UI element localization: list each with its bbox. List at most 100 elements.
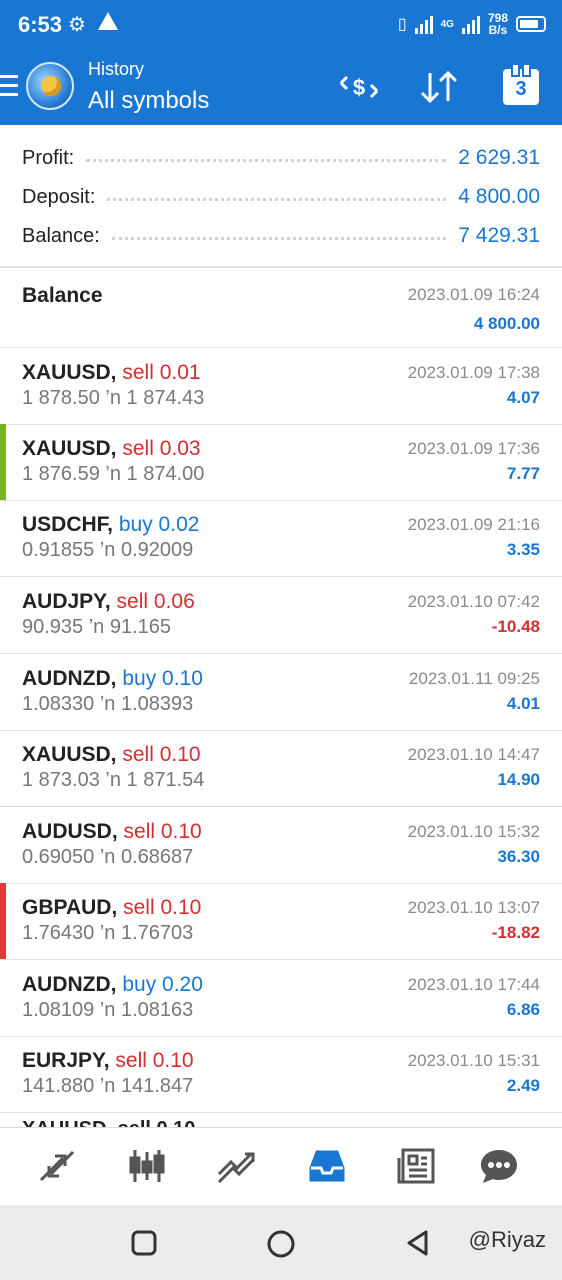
trade-profit: 14.90 — [497, 770, 540, 789]
trade-symbol: EURJPY, sell 0.10 — [22, 1049, 194, 1073]
sort-button[interactable] — [416, 67, 462, 107]
trade-row[interactable]: AUDNZD, buy 0.10 1.08330 ’n 1.08393 2023… — [0, 654, 562, 731]
trade-row[interactable]: XAUUSD, sell 0.10 1 873.03 ’n 1 871.54 2… — [0, 730, 562, 807]
deposit-label: Deposit: — [22, 185, 96, 208]
cell-signal-icon — [461, 14, 480, 34]
status-bar: 6:53 ⚙ ▯ 4G 798 B/s — [0, 0, 562, 50]
menu-icon[interactable] — [0, 75, 18, 99]
history-icon — [309, 1150, 345, 1182]
trade-side: sell 0.01 — [122, 361, 201, 384]
messages-icon — [481, 1150, 517, 1183]
trade-symbol: XAUUSD, sell 0.03 — [22, 437, 201, 461]
trade-symbol-name: AUDNZD, — [22, 973, 117, 996]
nav-trade[interactable] — [207, 1140, 267, 1192]
row-marker — [0, 1036, 6, 1112]
nav-chart[interactable] — [117, 1140, 177, 1192]
trade-date: 2023.01.09 17:38 — [407, 363, 540, 382]
trade-side: buy 0.20 — [122, 973, 203, 996]
row-marker — [0, 348, 6, 424]
trade-row[interactable]: USDCHF, buy 0.02 0.91855 ’n 0.92009 2023… — [0, 500, 562, 577]
net-speed-unit: B/s — [488, 23, 508, 37]
row-marker — [0, 807, 6, 883]
trade-row[interactable]: XAUUSD, sell 0.03 1 876.59 ’n 1 874.00 2… — [0, 424, 562, 501]
trade-date: 2023.01.09 17:36 — [407, 439, 540, 458]
trade-symbol: AUDUSD, sell 0.10 — [22, 820, 202, 844]
trade-prices: 0.69050 ’n 0.68687 — [22, 846, 194, 868]
nav-history[interactable] — [297, 1140, 357, 1192]
trade-date: 2023.01.09 21:16 — [407, 515, 540, 534]
balance-entry[interactable]: Balance 2023.01.09 16:24 4 800.00 — [0, 270, 562, 348]
row-marker — [0, 424, 6, 500]
recents-icon — [131, 1230, 157, 1256]
trade-prices: 1.76430 ’n 1.76703 — [22, 922, 194, 944]
sort-icon — [420, 70, 458, 104]
trade-symbol: XAUUSD, sell 0.10 — [22, 743, 201, 767]
divider-dots — [107, 193, 447, 201]
trade-profit: -18.82 — [491, 923, 540, 942]
trade-side: buy 0.02 — [118, 513, 200, 536]
trade-symbol-name: EURJPY, — [22, 1049, 110, 1072]
network-type: 4G — [440, 18, 454, 30]
trade-side: buy 0.10 — [122, 667, 203, 690]
profit-value: 2 629.31 — [458, 146, 540, 169]
trade-symbol: AUDJPY, sell 0.06 — [22, 590, 195, 614]
currency-swap-icon: $ — [339, 75, 379, 100]
trade-symbol-name: XAUUSD, — [22, 743, 117, 766]
svg-text:$: $ — [353, 75, 365, 100]
trade-side: sell 0.03 — [122, 437, 201, 460]
nav-quotes[interactable] — [27, 1140, 87, 1192]
trade-profit: 3.35 — [506, 540, 540, 559]
trade-prices: 141.880 ’n 141.847 — [22, 1075, 194, 1097]
balance-label: Balance: — [22, 224, 100, 247]
balance-value: 7 429.31 — [458, 224, 540, 247]
recents-button[interactable] — [130, 1229, 158, 1262]
trade-symbol-name: XAUUSD, — [22, 437, 117, 460]
watermark: @Riyaz — [468, 1227, 546, 1252]
row-marker — [0, 577, 6, 653]
trade-date: 2023.01.11 09:25 — [408, 669, 540, 688]
calendar-icon[interactable]: 3 — [503, 63, 539, 105]
trade-symbol-name: AUDNZD, — [22, 667, 117, 690]
trade-row[interactable]: XAUUSD, sell 0.01 1 878.50 ’n 1 874.43 2… — [0, 348, 562, 425]
warning-icon — [98, 12, 118, 30]
divider-dots — [111, 232, 447, 240]
status-right: ▯ 4G 798 B/s — [398, 12, 546, 36]
balance-row: Balance: 7 429.31 — [22, 221, 540, 251]
trade-prices: 1 878.50 ’n 1 874.43 — [22, 387, 205, 409]
trade-row[interactable]: GBPAUD, sell 0.10 1.76430 ’n 1.76703 202… — [0, 883, 562, 960]
row-marker — [0, 730, 6, 806]
header-title[interactable]: All symbols — [88, 87, 209, 115]
trade-symbol-name: GBPAUD, — [22, 896, 118, 919]
trade-symbol-name: XAUUSD, — [22, 361, 117, 384]
top-bar: 6:53 ⚙ ▯ 4G 798 B/s History All symbols … — [0, 0, 562, 125]
nav-messages[interactable] — [469, 1140, 529, 1192]
trade-row[interactable]: AUDUSD, sell 0.10 0.69050 ’n 0.68687 202… — [0, 807, 562, 884]
row-marker — [0, 960, 6, 1036]
currency-swap-button[interactable]: $ — [336, 67, 382, 107]
trade-icon — [217, 1152, 255, 1184]
trade-profit: 7.77 — [506, 464, 540, 483]
home-button[interactable] — [266, 1229, 296, 1264]
trade-row[interactable]: AUDJPY, sell 0.06 90.935 ’n 91.165 2023.… — [0, 577, 562, 654]
status-time: 6:53 — [18, 12, 63, 37]
deposit-row: Deposit: 4 800.00 — [22, 182, 540, 212]
trade-prices: 1 873.03 ’n 1 871.54 — [22, 769, 205, 791]
nav-news[interactable] — [387, 1140, 447, 1192]
trade-prices: 1.08109 ’n 1.08163 — [22, 999, 194, 1021]
trade-row[interactable]: EURJPY, sell 0.10 141.880 ’n 141.847 202… — [0, 1036, 562, 1113]
trade-symbol: USDCHF, buy 0.02 — [22, 513, 199, 537]
trade-date: 2023.01.10 13:07 — [407, 898, 540, 917]
news-icon — [397, 1148, 435, 1184]
trade-profit: 2.49 — [506, 1076, 540, 1095]
trade-prices: 0.91855 ’n 0.92009 — [22, 539, 194, 561]
row-marker — [0, 883, 6, 959]
back-button[interactable] — [404, 1229, 432, 1262]
chart-icon — [129, 1150, 165, 1182]
trade-profit: 4.01 — [506, 694, 540, 713]
balance-entry-amount: 4 800.00 — [473, 314, 540, 333]
trade-row[interactable]: AUDNZD, buy 0.20 1.08109 ’n 1.08163 2023… — [0, 960, 562, 1037]
trade-profit: 6.86 — [506, 1000, 540, 1019]
net-speed: 798 B/s — [488, 12, 508, 36]
trade-symbol: AUDNZD, buy 0.20 — [22, 973, 203, 997]
trade-profit: 36.30 — [497, 847, 540, 866]
